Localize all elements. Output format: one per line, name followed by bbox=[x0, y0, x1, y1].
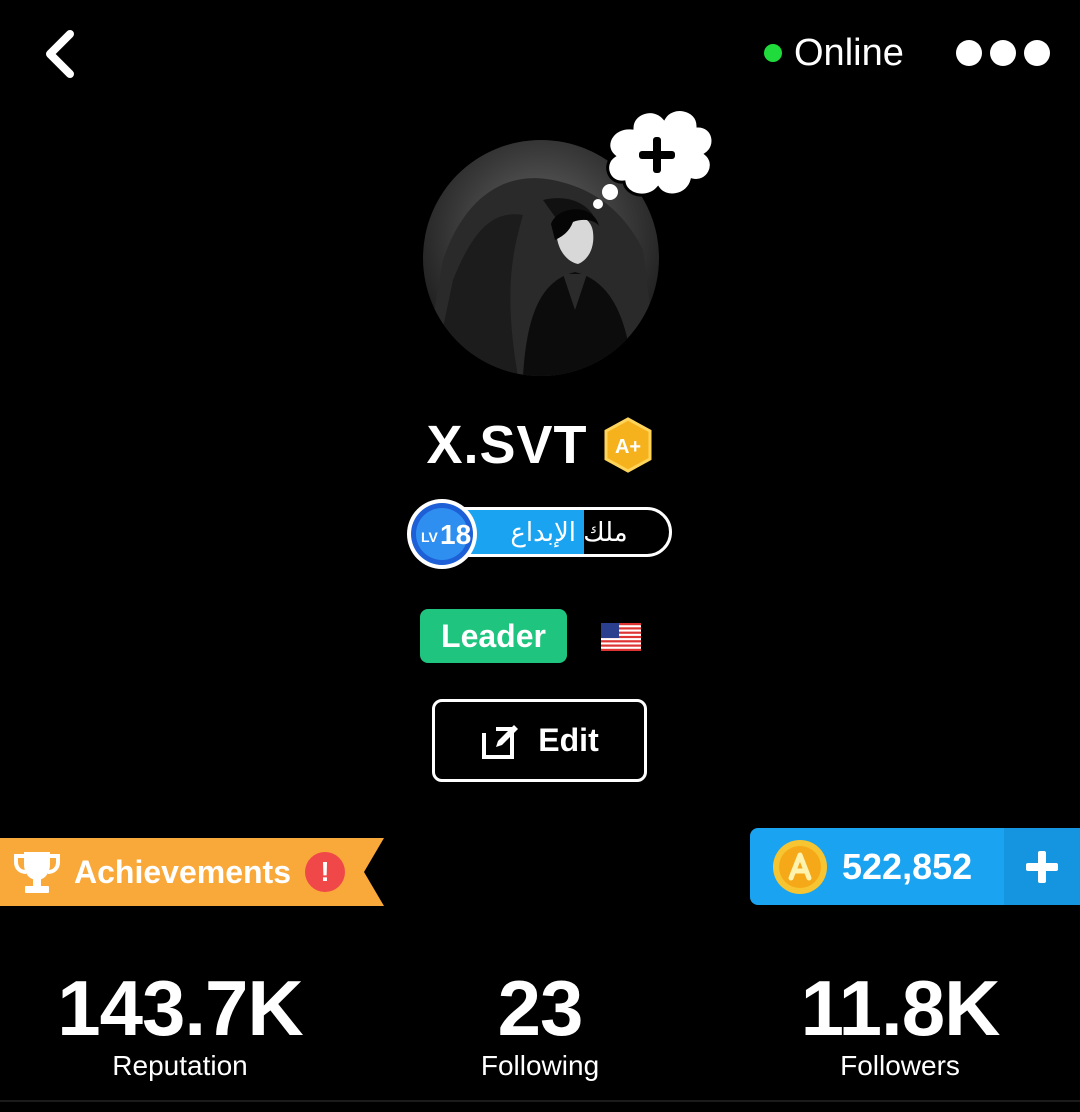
more-dots-icon bbox=[956, 40, 982, 66]
thought-bubble-plus-icon bbox=[593, 108, 715, 209]
level-shield-icon: LV 18 bbox=[407, 499, 477, 569]
more-options-button[interactable] bbox=[956, 36, 1050, 70]
alert-icon: ! bbox=[304, 852, 345, 892]
role-badge: Leader bbox=[420, 609, 567, 663]
more-dot bbox=[1024, 40, 1050, 66]
coin-balance: 522,852 bbox=[842, 845, 973, 887]
level-number: 18 bbox=[440, 519, 471, 550]
following-value: 23 bbox=[497, 964, 584, 1052]
username-row: X.SVT A+ bbox=[0, 410, 1080, 480]
us-flag-icon bbox=[601, 623, 641, 651]
online-status-label: Online bbox=[794, 31, 904, 74]
back-button[interactable] bbox=[36, 26, 86, 82]
reputation-value: 143.7K bbox=[57, 964, 304, 1052]
divider bbox=[0, 1100, 1080, 1102]
amino-coin-icon bbox=[773, 840, 827, 894]
chevron-left-icon bbox=[46, 30, 74, 78]
edit-label: Edit bbox=[538, 722, 599, 758]
more-dot bbox=[990, 40, 1016, 66]
followers-value: 11.8K bbox=[800, 964, 1001, 1052]
edit-profile-button[interactable]: Edit bbox=[432, 699, 647, 782]
add-status-button[interactable] bbox=[580, 100, 720, 220]
add-coins-button[interactable] bbox=[1004, 828, 1080, 905]
level-badge: LV 18 bbox=[404, 496, 480, 572]
coins-button[interactable]: 522,852 bbox=[750, 828, 1080, 905]
achievements-button[interactable]: Achievements ! bbox=[0, 838, 384, 906]
plus-icon bbox=[1026, 850, 1058, 883]
username: X.SVT bbox=[426, 415, 588, 475]
trophy-icon bbox=[14, 852, 60, 893]
followers-label: Followers bbox=[840, 1050, 960, 1081]
stat-followers[interactable]: 11.8K Followers bbox=[730, 965, 1070, 1083]
stat-following[interactable]: 23 Following bbox=[370, 965, 710, 1083]
level-prefix: LV bbox=[421, 529, 439, 545]
level-title: ملك الإبداع bbox=[510, 516, 628, 547]
reputation-label: Reputation bbox=[112, 1050, 248, 1081]
online-dot-icon bbox=[764, 44, 782, 62]
verified-badge-text: A+ bbox=[614, 436, 640, 458]
online-status: Online bbox=[764, 30, 904, 76]
achievements-label: Achievements bbox=[74, 853, 291, 890]
edit-icon bbox=[482, 724, 519, 759]
verified-badge-icon: A+ bbox=[604, 417, 652, 473]
following-label: Following bbox=[480, 1050, 600, 1081]
stat-reputation[interactable]: 143.7K Reputation bbox=[10, 965, 350, 1083]
